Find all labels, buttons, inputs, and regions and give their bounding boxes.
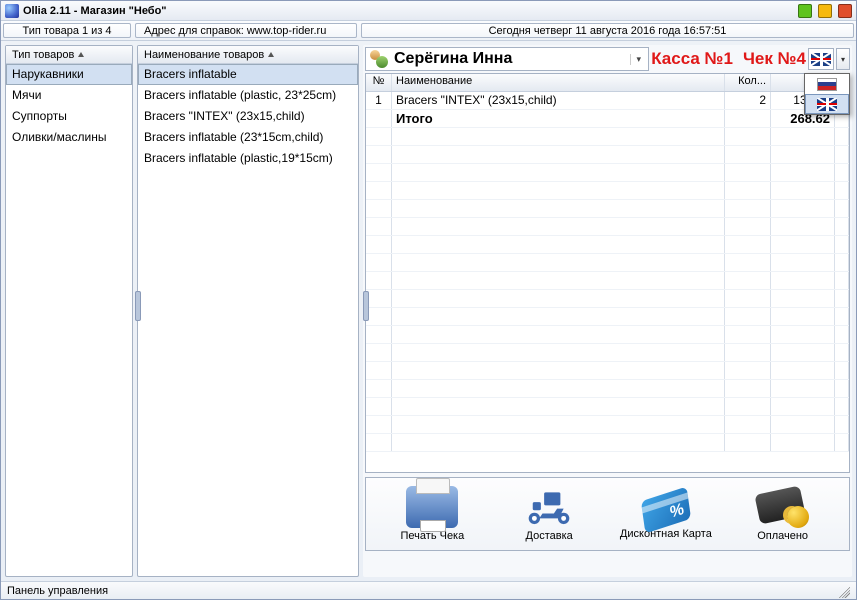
cell: Bracers "INTEX" (23x15,child) — [392, 92, 725, 109]
discount-button[interactable]: Дисконтная Карта — [616, 488, 716, 540]
table-row — [366, 344, 849, 362]
help-address: Адрес для справок: www.top-rider.ru — [135, 23, 357, 38]
cell: 2 — [725, 92, 771, 109]
language-dropdown — [804, 73, 850, 115]
col-name[interactable]: Наименование — [392, 74, 725, 91]
table-row — [366, 272, 849, 290]
print-button[interactable]: Печать Чека — [382, 486, 482, 542]
name-item[interactable]: Bracers inflatable (plastic,19*15cm) — [138, 148, 358, 169]
receipt-panel: Серёгина Инна ▾ Касса №1 Чек №4 ▾ — [363, 45, 852, 577]
discount-card-icon — [641, 486, 691, 533]
type-list: НарукавникиМячиСуппортыОливки/маслины — [6, 64, 132, 576]
name-item[interactable]: Bracers "INTEX" (23x15,child) — [138, 106, 358, 127]
app-window: Ollia 2.11 - Магазин "Небо" Тип товара 1… — [0, 0, 857, 600]
sort-asc-icon — [78, 52, 84, 57]
splitter-right[interactable] — [363, 291, 369, 321]
table-row — [366, 146, 849, 164]
window-title: Ollia 2.11 - Магазин "Небо" — [23, 5, 167, 17]
name-list: Bracers inflatableBracers inflatable (pl… — [138, 64, 358, 576]
table-row — [366, 218, 849, 236]
receipt-topbar: Серёгина Инна ▾ Касса №1 Чек №4 ▾ — [363, 45, 852, 73]
table-row — [366, 326, 849, 344]
type-item[interactable]: Нарукавники — [6, 64, 132, 85]
table-row — [366, 290, 849, 308]
table-row — [366, 236, 849, 254]
discount-label: Дисконтная Карта — [620, 528, 712, 540]
paid-label: Оплачено — [757, 530, 808, 542]
name-item[interactable]: Bracers inflatable (23*15cm,child) — [138, 127, 358, 148]
cell: 1 — [366, 92, 392, 109]
table-row — [366, 380, 849, 398]
action-bar: Печать Чека Доставка Дисконтная Карта Оп… — [365, 477, 850, 551]
table-row — [366, 434, 849, 452]
close-button[interactable] — [838, 4, 852, 18]
language-dropdown-button[interactable]: ▾ — [836, 48, 850, 70]
flag-uk-icon — [811, 53, 831, 66]
table-row — [366, 308, 849, 326]
statusbar-text: Панель управления — [7, 585, 108, 597]
language-select[interactable] — [808, 48, 834, 70]
resize-grip[interactable] — [836, 584, 850, 598]
type-item[interactable]: Оливки/маслины — [6, 127, 132, 148]
table-row — [366, 128, 849, 146]
table-row[interactable]: 1Bracers "INTEX" (23x15,child)2134.31 — [366, 92, 849, 110]
table-row[interactable]: Итого268.62 — [366, 110, 849, 128]
type-item[interactable]: Суппорты — [6, 106, 132, 127]
delivery-label: Доставка — [526, 530, 573, 542]
flag-ru-icon — [817, 78, 837, 91]
col-num[interactable]: № — [366, 74, 392, 91]
cell — [366, 110, 392, 127]
titlebar: Ollia 2.11 - Магазин "Небо" — [1, 1, 856, 21]
table-row — [366, 182, 849, 200]
grid-body: 1Bracers "INTEX" (23x15,child)2134.31Ито… — [366, 92, 849, 472]
col-qty[interactable]: Кол... — [725, 74, 771, 91]
cell: Итого — [392, 110, 725, 127]
type-header-label: Тип товаров — [12, 49, 74, 61]
lang-option-ru[interactable] — [805, 74, 849, 94]
delivery-button[interactable]: Доставка — [499, 486, 599, 542]
table-row — [366, 362, 849, 380]
table-row — [366, 398, 849, 416]
table-row — [366, 254, 849, 272]
type-item[interactable]: Мячи — [6, 85, 132, 106]
name-header[interactable]: Наименование товаров — [138, 46, 358, 64]
check-label: Чек №4 — [743, 49, 806, 69]
name-item[interactable]: Bracers inflatable (plastic, 23*25cm) — [138, 85, 358, 106]
table-row — [366, 416, 849, 434]
flag-uk-icon — [817, 98, 837, 111]
table-row — [366, 200, 849, 218]
money-icon — [757, 486, 809, 528]
cashier-select[interactable]: Серёгина Инна ▾ — [365, 47, 649, 71]
printer-icon — [406, 486, 458, 528]
table-row — [366, 164, 849, 182]
type-counter: Тип товара 1 из 4 — [3, 23, 131, 38]
name-panel: Наименование товаров Bracers inflatableB… — [137, 45, 359, 577]
kassa-label: Касса №1 — [651, 49, 733, 69]
name-item[interactable]: Bracers inflatable — [138, 64, 358, 85]
sort-asc-icon — [268, 52, 274, 57]
name-header-label: Наименование товаров — [144, 49, 264, 61]
splitter-left[interactable] — [135, 291, 141, 321]
grid-header: № Наименование Кол... Цена — [366, 74, 849, 92]
type-header[interactable]: Тип товаров — [6, 46, 132, 64]
info-row: Тип товара 1 из 4 Адрес для справок: www… — [1, 21, 856, 41]
cashier-name: Серёгина Инна — [394, 50, 512, 68]
lang-option-en[interactable] — [805, 94, 849, 114]
type-panel: Тип товаров НарукавникиМячиСуппортыОливк… — [5, 45, 133, 577]
statusbar: Панель управления — [1, 581, 856, 599]
person-icon — [370, 50, 388, 68]
paid-button[interactable]: Оплачено — [733, 486, 833, 542]
minimize-button[interactable] — [798, 4, 812, 18]
scooter-icon — [523, 486, 575, 528]
cell — [725, 110, 771, 127]
receipt-grid: № Наименование Кол... Цена 1Bracers "INT… — [365, 73, 850, 473]
chevron-down-icon: ▾ — [630, 54, 646, 65]
maximize-button[interactable] — [818, 4, 832, 18]
date-line: Сегодня четверг 11 августа 2016 года 16:… — [361, 23, 854, 38]
app-icon — [5, 4, 19, 18]
